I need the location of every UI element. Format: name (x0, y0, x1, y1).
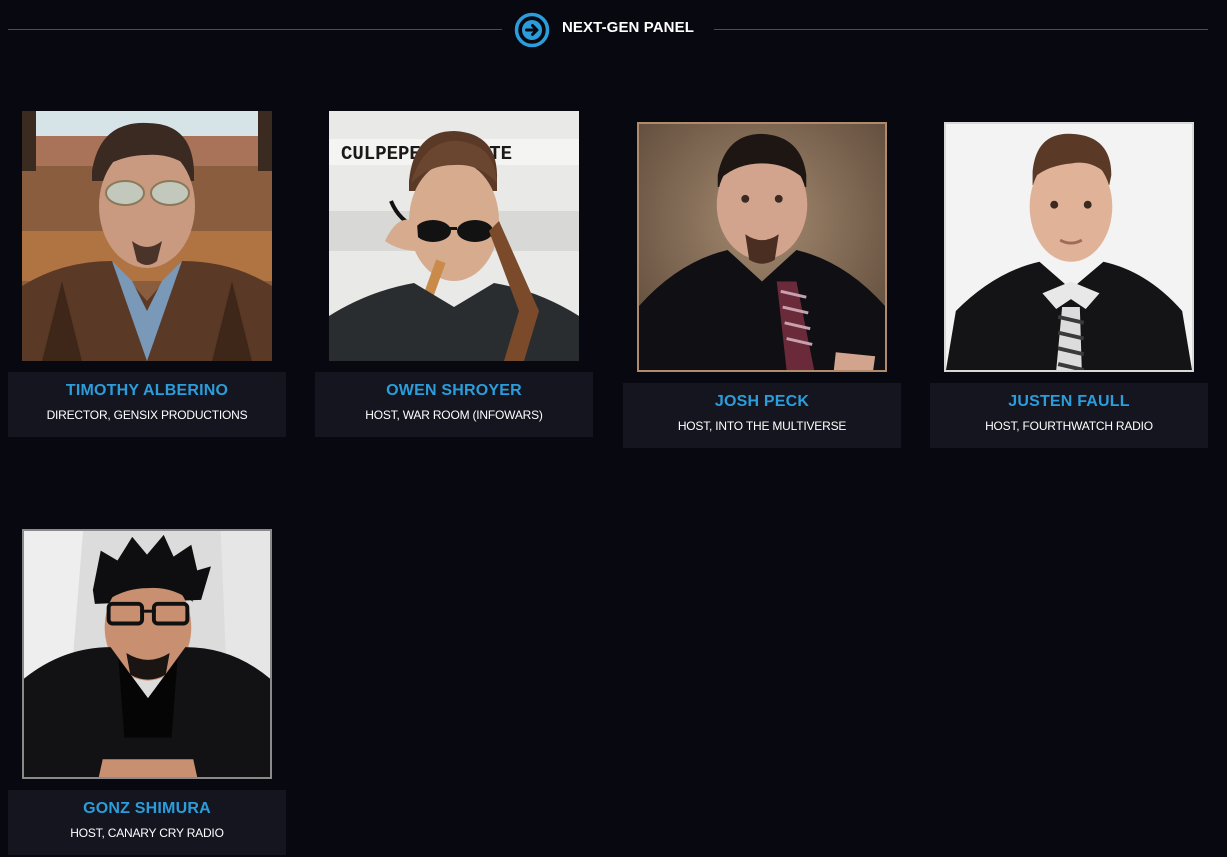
panelist-card[interactable]: GONZ SHIMURA HOST, CANARY CRY RADIO (8, 529, 286, 855)
arrow-right-circle-icon[interactable] (514, 12, 550, 48)
panelist-photo[interactable] (944, 122, 1194, 372)
panelist-info: JOSH PECK HOST, INTO THE MULTIVERSE (623, 383, 901, 448)
section-header: NEXT-GEN PANEL (8, 12, 1208, 48)
panelist-role: HOST, FOURTHWATCH RADIO (985, 419, 1153, 433)
speakers-page: NEXT-GEN PANEL TIMOTHY ALBERINO DIRECTOR… (0, 0, 1227, 857)
panelist-info: JUSTEN FAULL HOST, FOURTHWATCH RADIO (930, 383, 1208, 448)
panelist-name[interactable]: JOSH PECK (623, 393, 901, 411)
section-title: NEXT-GEN PANEL (562, 19, 694, 36)
panelist-role: HOST, CANARY CRY RADIO (70, 826, 224, 840)
divider-left (8, 29, 502, 30)
panelist-role: HOST, INTO THE MULTIVERSE (677, 419, 847, 433)
divider-right (714, 29, 1208, 30)
panelist-photo[interactable]: CULPEPER MINUTE (329, 111, 579, 361)
panelist-info: GONZ SHIMURA HOST, CANARY CRY RADIO (8, 790, 286, 855)
panelist-info: TIMOTHY ALBERINO DIRECTOR, GENSIX PRODUC… (8, 372, 286, 437)
panelist-photo[interactable] (637, 122, 887, 372)
panelist-role: DIRECTOR, GENSIX PRODUCTIONS (46, 408, 248, 422)
panelist-name[interactable]: TIMOTHY ALBERINO (8, 382, 286, 400)
panelist-card[interactable]: TIMOTHY ALBERINO DIRECTOR, GENSIX PRODUC… (8, 111, 286, 437)
panelist-photo[interactable] (22, 529, 272, 779)
panelist-card[interactable]: CULPEPER MINUTE OWEN SHROYER HOST, WAR R… (315, 111, 593, 437)
panelist-card[interactable]: JUSTEN FAULL HOST, FOURTHWATCH RADIO (930, 122, 1208, 448)
panelist-name[interactable]: GONZ SHIMURA (8, 800, 286, 818)
panelist-info: OWEN SHROYER HOST, WAR ROOM (INFOWARS) (315, 372, 593, 437)
panelist-card[interactable]: JOSH PECK HOST, INTO THE MULTIVERSE (623, 122, 901, 448)
panelist-role: HOST, WAR ROOM (INFOWARS) (365, 408, 543, 422)
panelist-name[interactable]: OWEN SHROYER (315, 382, 593, 400)
panelist-name[interactable]: JUSTEN FAULL (930, 393, 1208, 411)
panelist-photo[interactable] (22, 111, 272, 361)
